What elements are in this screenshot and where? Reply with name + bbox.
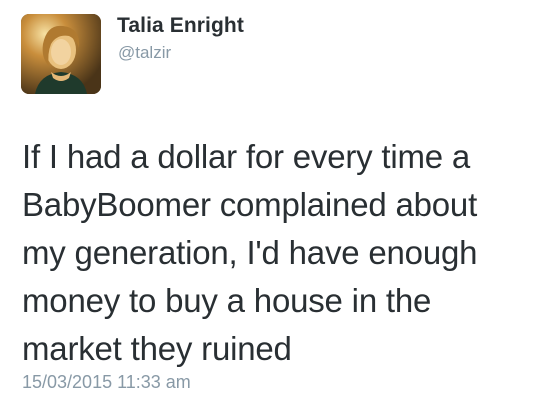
- tweet-text: If I had a dollar for every time a BabyB…: [22, 138, 478, 367]
- profile-photo-icon: [21, 14, 101, 94]
- tweet-card: Talia Enright @talzir If I had a dollar …: [0, 0, 540, 408]
- tweet-timestamp[interactable]: 15/03/2015 11:33 am: [22, 372, 191, 393]
- author-handle[interactable]: @talzir: [118, 43, 171, 63]
- author-display-name[interactable]: Talia Enright: [117, 14, 244, 38]
- avatar[interactable]: [21, 14, 101, 94]
